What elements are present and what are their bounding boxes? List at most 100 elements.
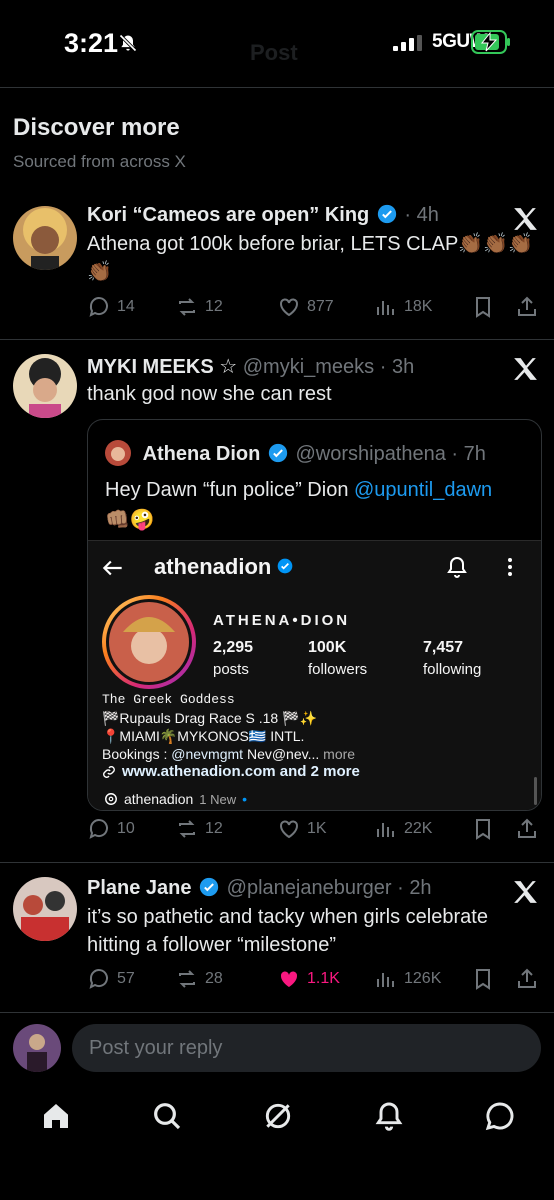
bottom-nav (0, 1080, 554, 1200)
like-button[interactable]: 1.1K (277, 967, 340, 991)
bookmark-button[interactable] (471, 817, 495, 841)
ig-website-link: www.athenadion.com and 2 more (102, 763, 532, 781)
post-kori[interactable]: Kori “Cameos are open” King · 4h Athena … (0, 190, 554, 340)
repost-icon (179, 820, 195, 838)
verified-badge-icon (268, 443, 288, 463)
signal-icon (393, 35, 422, 51)
bookmark-icon (476, 969, 490, 990)
share-button[interactable] (515, 295, 539, 319)
home-icon[interactable] (40, 1100, 72, 1132)
quote-avatar[interactable] (105, 440, 131, 466)
my-avatar[interactable] (13, 1024, 61, 1072)
post-text: it’s so pathetic and tacky when girls ce… (87, 906, 488, 956)
display-name[interactable]: Plane Jane (87, 877, 192, 899)
ig-following-label: following (423, 661, 482, 678)
reply-count: 14 (117, 298, 135, 315)
ig-bookings-rest: Nev@nev... (243, 746, 320, 762)
repost-button[interactable]: 28 (175, 967, 223, 991)
ig-followers-label: followers (308, 661, 368, 678)
share-icon (518, 818, 536, 838)
bookmark-button[interactable] (471, 295, 495, 319)
ig-full-name: ATHENA•DION (213, 612, 351, 629)
grok-icon[interactable] (262, 1100, 294, 1132)
quote-text-body: Hey Dawn “fun police” Dion (105, 479, 354, 501)
ig-bookings-label: Bookings : (102, 746, 172, 762)
reply-icon (89, 969, 108, 989)
share-icon (518, 296, 536, 316)
view-count: 22K (404, 820, 433, 837)
ig-bio-line1: The Greek Goddess (102, 692, 235, 707)
like-count: 1K (307, 820, 327, 837)
ig-posts-count: 2,295 (213, 639, 254, 656)
views-button[interactable]: 22K (374, 817, 432, 841)
quote-header: Athena Dion @worshipathena · 7h (105, 440, 486, 466)
display-name[interactable]: Kori “Cameos are open” King (87, 204, 369, 226)
reply-count: 57 (117, 970, 135, 987)
ig-posts-label: posts (213, 661, 249, 678)
display-name[interactable]: MYKI MEEKS ☆ (87, 356, 237, 378)
reply-button[interactable]: 57 (87, 967, 135, 991)
handle[interactable]: @myki_meeks (243, 356, 374, 378)
handle[interactable]: @planejaneburger (227, 877, 392, 899)
bookmark-button[interactable] (471, 967, 495, 991)
view-count: 126K (404, 970, 442, 987)
ig-link-text: www.athenadion.com and 2 more (122, 763, 360, 780)
like-count: 877 (307, 298, 334, 315)
reply-button[interactable]: 14 (87, 295, 135, 319)
post-header: MYKI MEEKS ☆ @myki_meeks · 3h (87, 356, 415, 378)
messages-icon[interactable] (484, 1100, 516, 1132)
bookmark-icon (476, 297, 490, 318)
like-count: 1.1K (307, 970, 340, 987)
heart-filled-icon (280, 971, 298, 987)
post-plane-jane[interactable]: Plane Jane @planejaneburger · 2h it’s so… (0, 863, 554, 1013)
ig-username-text: athenadion (154, 554, 272, 579)
views-icon (377, 823, 394, 837)
reply-composer (0, 1014, 554, 1080)
quote-emoji: 👊🏽🤪 (105, 509, 155, 531)
heart-icon (280, 298, 298, 317)
mention-link[interactable]: @upuntil_dawn (354, 479, 492, 501)
discover-title: Discover more (13, 114, 180, 141)
notifications-icon[interactable] (373, 1100, 405, 1132)
like-button[interactable]: 1K (277, 817, 327, 841)
views-icon (377, 301, 394, 315)
quote-display-name[interactable]: Athena Dion (143, 443, 261, 465)
repost-button[interactable]: 12 (175, 817, 223, 841)
avatar[interactable] (13, 877, 77, 941)
post-time: 3h (391, 356, 415, 378)
battery-charging-icon (471, 30, 510, 54)
share-button[interactable] (515, 817, 539, 841)
post-time: 4h (416, 204, 439, 226)
ig-threads-badge: athenadion 1 New • (104, 791, 247, 807)
views-button[interactable]: 126K (374, 967, 441, 991)
avatar[interactable] (13, 354, 77, 418)
like-button[interactable]: 877 (277, 295, 334, 319)
repost-icon (179, 970, 195, 988)
ig-profile-picture (102, 595, 196, 689)
ig-threads-new: 1 New (199, 791, 237, 807)
reply-button[interactable]: 10 (87, 817, 135, 841)
quote-media-image[interactable]: athenadion ATHENA•DION 2,295 posts 100K fo… (88, 540, 541, 810)
discover-section-header: Discover more Sourced from across X (13, 114, 186, 172)
ig-followers-count: 100K (308, 639, 347, 656)
x-logo-icon (514, 881, 537, 903)
status-time: 3:21 (64, 28, 119, 58)
share-button[interactable] (515, 967, 539, 991)
search-icon[interactable] (151, 1100, 183, 1132)
repost-button[interactable]: 12 (175, 295, 223, 319)
ig-posts-stat: 2,295 posts (213, 639, 253, 678)
reply-input[interactable] (72, 1024, 541, 1072)
avatar[interactable] (13, 206, 77, 270)
reply-icon (89, 819, 108, 839)
quote-handle[interactable]: @worshipathena (295, 443, 445, 465)
discover-subtitle: Sourced from across X (13, 152, 186, 171)
quoted-post[interactable]: Athena Dion @worshipathena · 7h Hey Dawn… (87, 419, 542, 811)
link-icon (103, 766, 115, 778)
x-logo-icon (514, 208, 537, 230)
ig-bio: The Greek Goddess 🏁Rupauls Drag Race S .… (102, 691, 532, 781)
post-actions: 57 28 1.1K 126K (87, 967, 542, 995)
ig-bell-icon (447, 556, 467, 578)
ig-following-stat: 7,457 following (423, 639, 481, 678)
views-button[interactable]: 18K (374, 295, 432, 319)
ig-more-icon (508, 558, 512, 576)
